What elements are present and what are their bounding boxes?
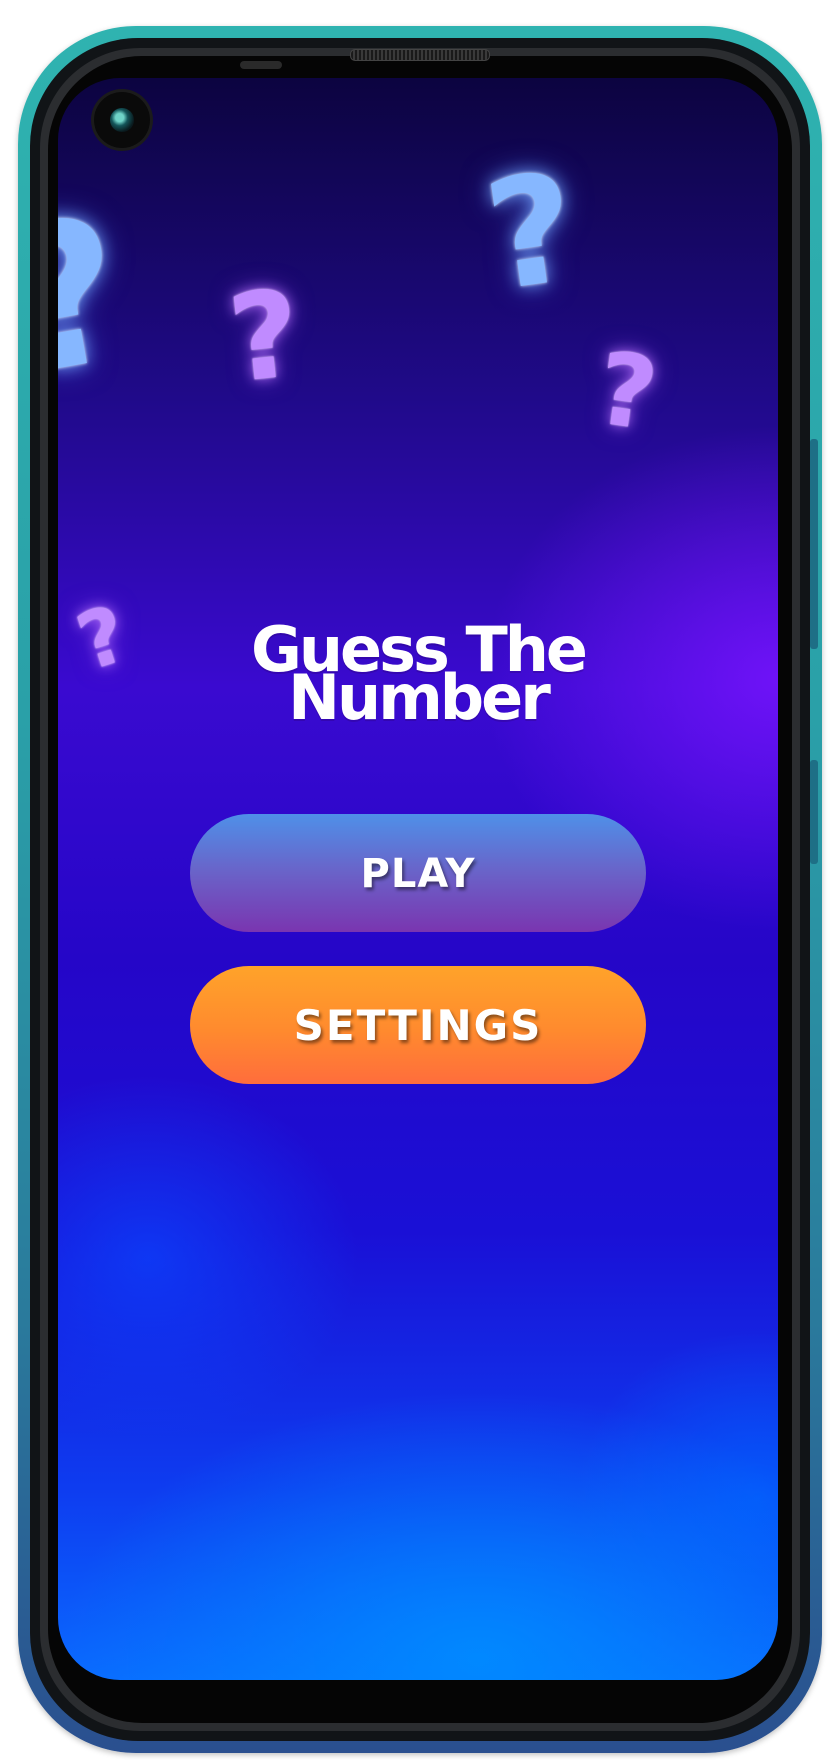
- settings-button[interactable]: SETTINGS: [190, 966, 646, 1084]
- title-line-2: Number: [288, 661, 551, 734]
- question-mark-icon: ?: [222, 264, 307, 411]
- volume-button: [810, 439, 818, 649]
- page-title: Guess The Number: [58, 619, 778, 734]
- power-button: [810, 760, 818, 864]
- app-screen: ? ? ? ? ? Guess The Number PLAY SETTINGS: [58, 78, 778, 1680]
- question-mark-icon: ?: [476, 140, 587, 326]
- question-mark-icon: ?: [58, 172, 142, 423]
- proximity-sensor: [240, 61, 282, 69]
- question-mark-icon: ?: [590, 329, 664, 454]
- camera-lens: [110, 108, 134, 132]
- earpiece-speaker: [350, 49, 490, 61]
- front-camera-icon: [94, 92, 150, 148]
- play-button[interactable]: PLAY: [190, 814, 646, 932]
